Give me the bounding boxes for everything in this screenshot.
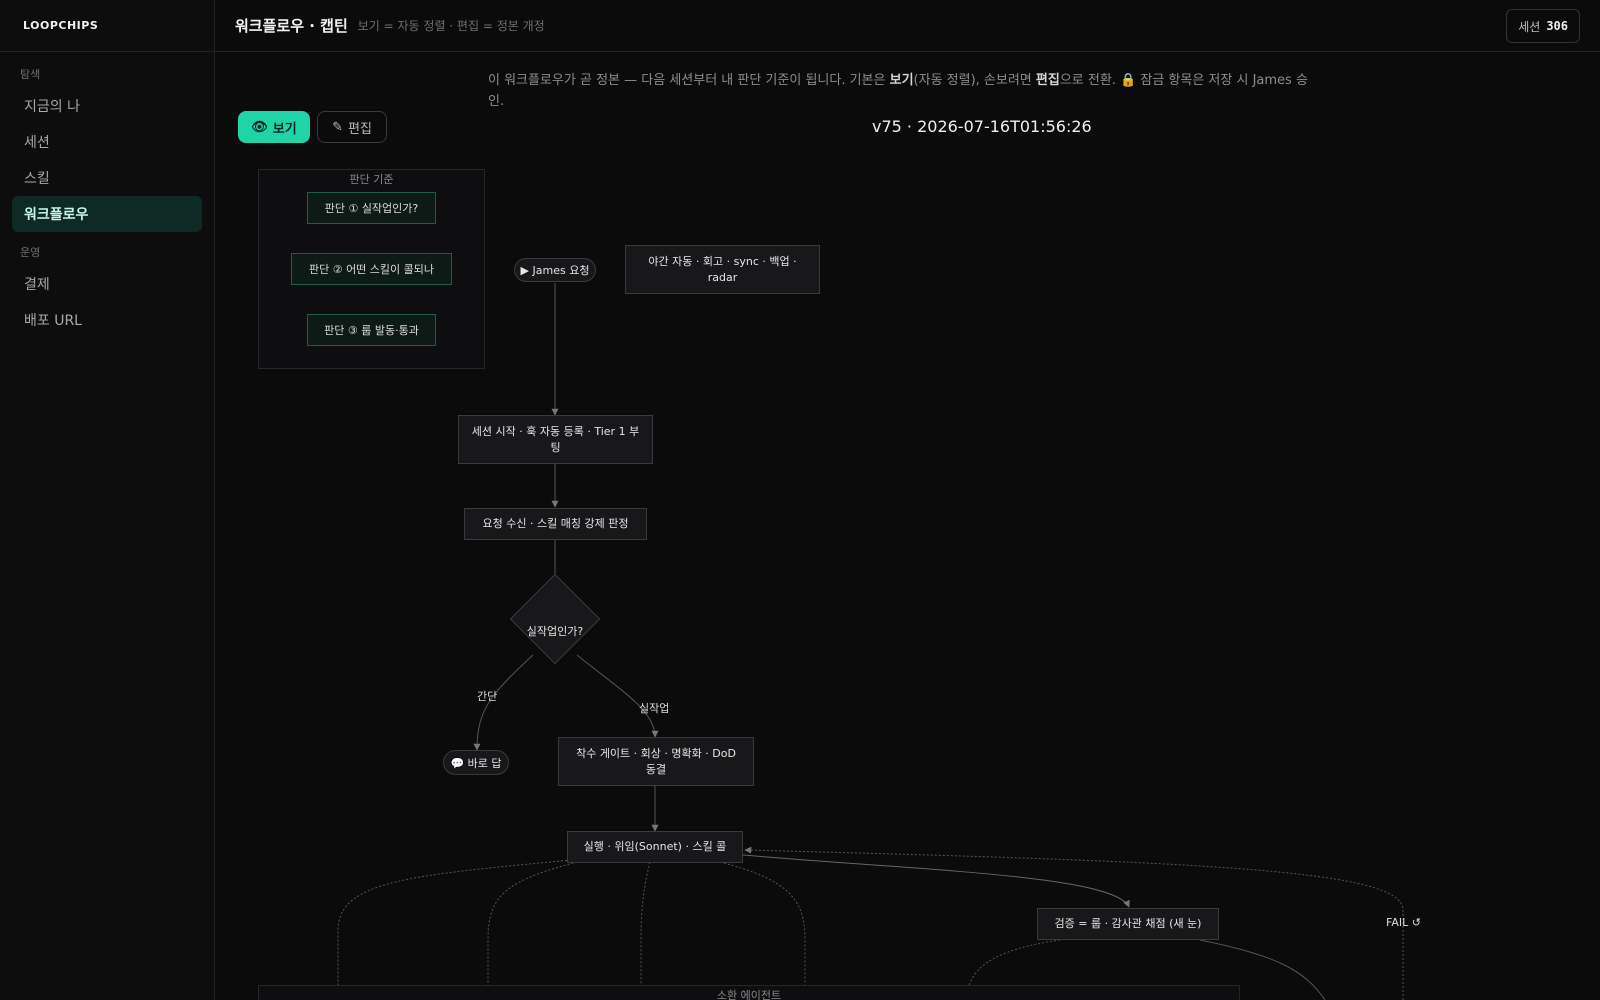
agents-group: 소환 에이전트 [258,985,1240,1000]
description-part-2: (자동 정렬), 손보려면 [913,73,1036,88]
edit-mode-label: 편집 [347,121,372,137]
verify-node[interactable]: 검증 = 룹 · 감사관 채점 (새 눈) [1037,908,1219,940]
session-label: 세션 [1518,19,1541,34]
edge-execute-to-verify [742,854,1130,908]
nav-section-explore: 탐색 [20,68,41,81]
session-start-node[interactable]: 세션 시작 · 훅 자동 등록 · Tier 1 부팅 [458,415,653,464]
edge-label-simple: 간단 [477,690,498,703]
description-view-word: 보기 [889,73,914,88]
edge-agent-3 [640,861,651,1000]
sidebar-item-sessions[interactable]: 세션 [12,124,202,160]
start-request-pill[interactable]: ▶ James 요청 [514,258,596,282]
description-edit-word: 편집 [1035,73,1060,88]
pencil-icon: ✎ [332,119,343,135]
sidebar-item-billing[interactable]: 결제 [12,266,202,302]
criteria-group-label: 판단 기준 [349,173,394,186]
quick-reply-pill[interactable]: 💬 바로 답 [443,750,509,775]
version-stamp: v75 · 2026-07-16T01:56:26 [872,117,1092,136]
session-counter[interactable]: 세션 306 [1506,9,1580,43]
start-gate-node[interactable]: 착수 게이트 · 회상 · 명확화 · DoD 동결 [558,737,754,786]
workflow-canvas[interactable]: 판단 기준 판단 ① 실작업인가? 판단 ② 어떤 스킬이 콜되나 판단 ③ 룹… [215,150,1600,1000]
header: 워크플로우 · 캡틴 보기 = 자동 정렬 · 편집 = 정본 개정 세션 30… [215,0,1600,52]
edge-agent-1 [337,859,572,1000]
edit-mode-button[interactable]: ✎ 편집 [317,111,387,143]
eye-icon: 👁 [251,119,268,135]
execute-node[interactable]: 실행 · 위임(Sonnet) · 스킬 콜 [567,831,743,863]
edge-agent-2 [487,859,586,1000]
app-logo: LOOPCHIPS [0,0,214,52]
criterion-2[interactable]: 판단 ② 어떤 스킬이 콜되나 [291,253,452,285]
criterion-3[interactable]: 판단 ③ 룹 발동·통과 [307,314,436,346]
sidebar-item-deploy-url[interactable]: 배포 URL [12,302,202,338]
edge-agent-4 [719,861,806,1000]
sidebar-item-workflow[interactable]: 워크플로우 [12,196,202,232]
sidebar-item-me[interactable]: 지금의 나 [12,88,202,124]
page-subtitle: 보기 = 자동 정렬 · 편집 = 정본 개정 [357,19,545,33]
agents-group-label: 소환 에이전트 [716,989,782,1000]
page-title: 워크플로우 · 캡틴 [235,17,348,35]
edge-decision-to-gate [576,654,659,738]
criterion-1[interactable]: 판단 ① 실작업인가? [307,192,436,224]
sidebar-item-skills[interactable]: 스킬 [12,160,202,196]
view-mode-label: 보기 [272,121,297,137]
view-mode-button[interactable]: 👁 보기 [238,111,310,143]
nav-section-ops: 운영 [20,246,41,259]
edge-label-real-work: 실작업 [639,702,670,715]
request-intake-node[interactable]: 요청 수신 · 스킬 매칭 강제 판정 [464,508,647,540]
description-part-1: 이 워크플로우가 곧 정본 — 다음 세션부터 내 판단 기준이 됩니다. 기본… [488,73,890,88]
workflow-description: 이 워크플로우가 곧 정본 — 다음 세션부터 내 판단 기준이 됩니다. 기본… [488,70,1308,112]
session-count: 306 [1546,19,1568,33]
fail-loop-label: FAIL ↺ [1386,916,1421,929]
decision-label: 실작업인가? [526,625,584,638]
sidebar: LOOPCHIPS 탐색 지금의 나 세션 스킬 워크플로우 운영 결제 배포 … [0,0,215,1000]
nightly-automation-node[interactable]: 야간 자동 · 회고 · sync · 백업 · radar [625,245,820,294]
